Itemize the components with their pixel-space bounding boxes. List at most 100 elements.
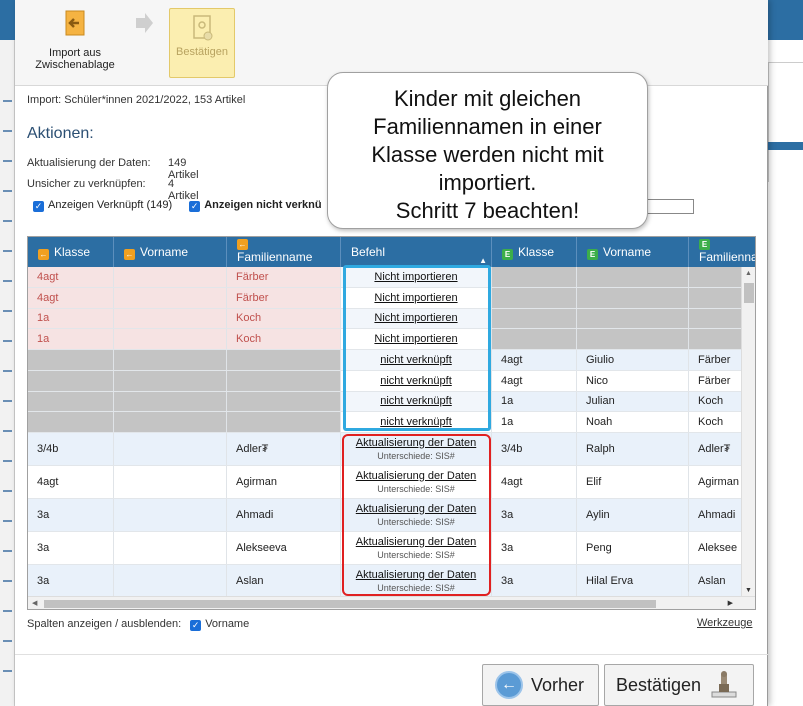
cell-vorname2	[577, 287, 689, 308]
cell-klasse: 4agt	[28, 267, 114, 287]
cell-klasse2	[492, 287, 577, 308]
scroll-right-icon[interactable]: ▶	[728, 599, 733, 607]
show-unlinked-label: Anzeigen nicht verknü	[204, 199, 322, 211]
command-link[interactable]: nicht verknüpft	[380, 375, 452, 387]
col-header-vorname[interactable]: ← Vorname	[114, 237, 227, 267]
cell-vorname2-text: Peng	[586, 542, 612, 554]
cell-klasse-text: 3a	[37, 542, 50, 554]
cell-familienname2-text: Adler₮	[698, 443, 731, 455]
cell-klasse	[28, 370, 114, 391]
table-row: 4agt Färber Nicht importieren	[28, 287, 755, 309]
cell-klasse2-text: 3/4b	[501, 443, 523, 455]
cell-klasse: 3a	[28, 532, 114, 564]
cell-cmd: nicht verknüpft	[341, 391, 492, 412]
callout-line-4: importiert.	[438, 170, 537, 195]
table-row: nicht verknüpft 4agt Giulio Färber	[28, 350, 755, 371]
scroll-down-icon[interactable]: ▼	[745, 587, 752, 594]
cell-vorname2: Giulio	[577, 350, 689, 370]
command-link[interactable]: nicht verknüpft	[380, 395, 452, 407]
command-link[interactable]: nicht verknüpft	[380, 416, 452, 428]
col-header-familienname[interactable]: ← Familienname	[227, 237, 341, 267]
cell-klasse-text: 4agt	[37, 270, 59, 283]
cell-familienname2-text: Färber	[698, 353, 731, 366]
cell-klasse2	[492, 267, 577, 287]
vertical-scroll-thumb[interactable]	[744, 283, 754, 303]
command-link[interactable]: Nicht importieren	[374, 271, 457, 283]
horizontal-scrollbar[interactable]: ◀ ▶	[28, 596, 755, 609]
col-header-klasse2[interactable]: E Klasse	[492, 237, 577, 267]
cell-klasse-text: 1a	[37, 333, 50, 346]
actions-title: Aktionen:	[27, 125, 94, 142]
cell-vorname2-text: Julian	[586, 395, 615, 408]
existing-column-icon: E	[587, 249, 598, 260]
cell-familienname: Färber	[227, 267, 341, 287]
cell-klasse2-text: 4agt	[501, 476, 523, 488]
col-header-familienname2[interactable]: E Familienna	[689, 237, 755, 267]
cell-familienname-text: Agirman	[236, 476, 277, 488]
cell-vorname	[114, 565, 227, 597]
cell-familienname-text: Adler₮	[236, 443, 269, 455]
cell-cmd: Aktualisierung der Daten Unterschiede: SI…	[341, 499, 492, 531]
col-header-familienname2-label: Familienna	[699, 250, 756, 264]
cell-familienname-text: Koch	[236, 312, 262, 325]
cell-cmd: Nicht importieren	[341, 329, 492, 349]
command-link[interactable]: Aktualisierung der Daten	[356, 536, 476, 548]
cell-familienname: Koch	[227, 329, 341, 349]
scroll-up-icon[interactable]: ▲	[745, 270, 752, 277]
cell-klasse: 3a	[28, 565, 114, 597]
column-toggle-label: Spalten anzeigen / ausblenden:	[27, 618, 182, 630]
toolbar-confirm-button[interactable]: Bestätigen	[169, 8, 235, 78]
cell-vorname2: Peng	[577, 532, 689, 564]
tools-link[interactable]: Werkzeuge	[697, 617, 752, 629]
checkmark-icon: ✓	[33, 201, 44, 212]
command-link[interactable]: Aktualisierung der Daten	[356, 503, 476, 515]
cell-cmd: nicht verknüpft	[341, 412, 492, 432]
col-header-befehl-label: Befehl	[351, 245, 386, 259]
col-header-vorname2[interactable]: E Vorname	[577, 237, 689, 267]
cell-klasse-text: 3/4b	[37, 443, 59, 455]
cell-vorname2: Julian	[577, 391, 689, 412]
cell-klasse2	[492, 308, 577, 329]
callout-line-3: Klasse werden nicht mit	[371, 142, 604, 167]
horizontal-scroll-thumb[interactable]	[44, 600, 656, 608]
command-link[interactable]: Nicht importieren	[374, 333, 457, 345]
command-link[interactable]: Nicht importieren	[374, 312, 457, 324]
cell-familienname2-text: Koch	[698, 395, 724, 408]
cell-klasse-text: 3a	[37, 575, 50, 587]
table-row: nicht verknüpft 4agt Nico Färber	[28, 370, 755, 392]
cell-vorname	[114, 466, 227, 498]
cell-vorname2: Elif	[577, 466, 689, 498]
show-unlinked-checkbox[interactable]: ✓ Anzeigen nicht verknü	[189, 199, 322, 212]
confirm-button[interactable]: Bestätigen	[604, 664, 754, 706]
command-link[interactable]: Nicht importieren	[374, 292, 457, 304]
table-row: 3/4b Adler₮ Aktualisierung der Daten Unters…	[28, 433, 755, 466]
table-row: 3a Ahmadi Aktualisierung der Daten Untersch…	[28, 499, 755, 532]
cell-klasse-text: 4agt	[37, 476, 59, 488]
show-linked-checkbox[interactable]: ✓ Anzeigen Verknüpft (149)	[33, 199, 172, 212]
cell-familienname2-text: Koch	[698, 416, 724, 429]
cell-klasse2-text: 4agt	[501, 374, 523, 387]
table-row: 1a Koch Nicht importieren	[28, 329, 755, 350]
toggle-vorname-checkbox[interactable]: ✓ Vorname	[190, 618, 249, 631]
scroll-left-icon[interactable]: ◀	[32, 599, 37, 607]
cell-klasse2-text: 1a	[501, 416, 514, 429]
checkmark-icon: ✓	[189, 201, 201, 212]
command-subtext: Unterschiede: SIS#	[377, 583, 455, 593]
import-clipboard-button[interactable]: Import aus Zwischenablage	[29, 8, 121, 78]
cell-klasse: 4agt	[28, 287, 114, 308]
command-link[interactable]: Aktualisierung der Daten	[356, 569, 476, 581]
table-row: 3a Aslan Aktualisierung der Daten Unterschi…	[28, 565, 755, 598]
grid-header: ← Klasse ← Vorname ← Familienname Befehl ▲ E…	[28, 237, 755, 267]
vertical-scrollbar[interactable]: ▲ ▼	[741, 267, 755, 597]
command-link[interactable]: nicht verknüpft	[380, 354, 452, 366]
command-link[interactable]: Aktualisierung der Daten	[356, 470, 476, 482]
cell-familienname: Koch	[227, 308, 341, 329]
filter-input[interactable]	[643, 199, 694, 214]
cell-klasse2-text: 3a	[501, 542, 514, 554]
cell-klasse-text: 3a	[37, 509, 50, 521]
cell-familienname-text: Färber	[236, 270, 269, 283]
command-link[interactable]: Aktualisierung der Daten	[356, 437, 476, 449]
cell-vorname	[114, 308, 227, 329]
previous-button[interactable]: ← Vorher	[482, 664, 599, 706]
col-header-klasse[interactable]: ← Klasse	[28, 237, 114, 267]
